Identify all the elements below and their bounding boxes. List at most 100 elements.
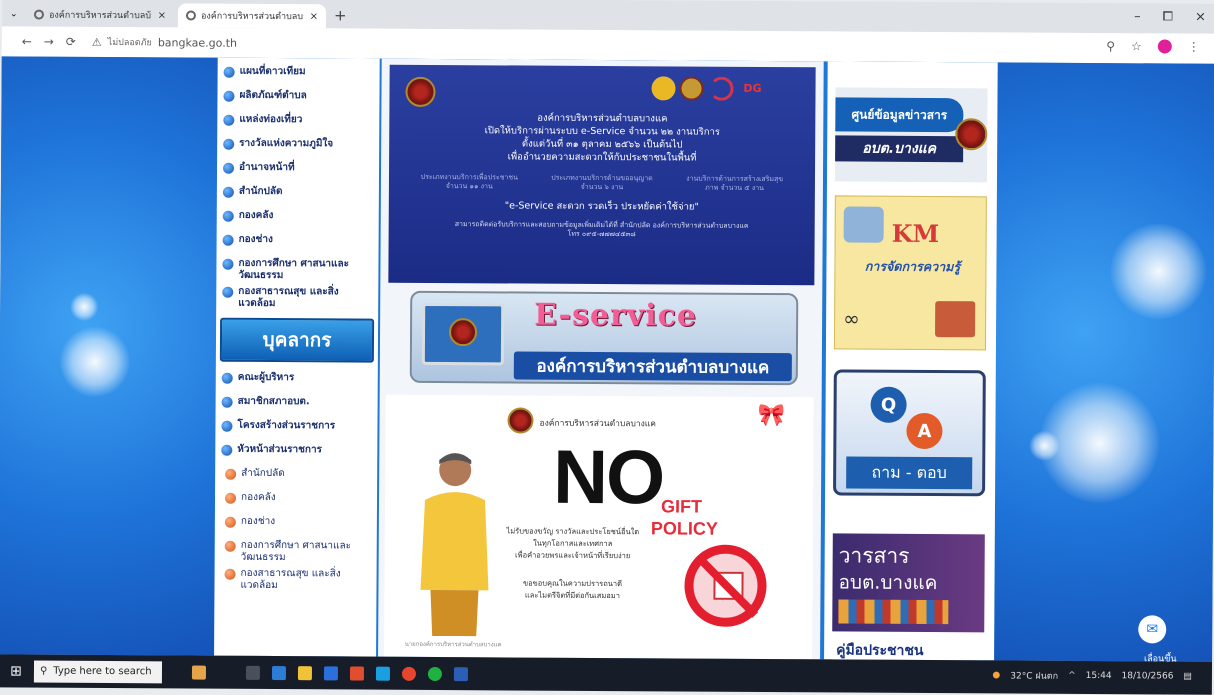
maximize-button[interactable]: ⧠ (1163, 9, 1173, 24)
clock-date[interactable]: 18/10/2566 (1122, 671, 1174, 681)
nav-label: กองช่าง (240, 515, 276, 528)
widgets-icon[interactable] (191, 665, 207, 680)
reload-button[interactable]: ⟳ (60, 35, 82, 49)
poster-org-name: องค์การบริหารส่วนตำบลบางแค (539, 418, 657, 430)
nav-item-products[interactable]: ผลิตภัณฑ์ตำบล (217, 88, 379, 113)
search-icon: ⚲ (39, 665, 48, 677)
file-explorer-icon[interactable] (297, 665, 313, 680)
back-button[interactable]: ← (16, 34, 38, 48)
system-tray: ● 32°C ฝนตก ^ 15:44 18/10/2566 ▤ (992, 668, 1192, 683)
info-center-card[interactable]: ศูนย์ข้อมูลข่าวสาร อบต.บางแค (834, 87, 988, 183)
new-tab-button[interactable]: + (334, 6, 347, 24)
nav-item-health[interactable]: กองสาธารณสุข และสิ่งแวดล้อม (216, 284, 378, 313)
forward-button[interactable]: → (38, 35, 60, 49)
windows-start-button[interactable]: ⊞ (0, 663, 34, 679)
tab-title: องค์การบริหารส่วนตำบลบางแค จังห (200, 11, 304, 23)
no-text: NO (552, 434, 664, 521)
scroll-up-label[interactable]: เลื่อนขึ้น (1144, 651, 1177, 661)
eservice-button[interactable]: E-service องค์การบริหารส่วนตำบลบางแค (409, 290, 799, 386)
journal-card[interactable]: วารสาร อบต.บางแค (832, 533, 985, 633)
nav-item-satellite-map[interactable]: แผนที่ดาวเทียม (218, 64, 380, 89)
nav-label: กองการศึกษา ศาสนาและวัฒนธรรม (238, 257, 350, 282)
organization-emblem (507, 407, 534, 434)
nav-item-council[interactable]: สมาชิกสภาอบต. (216, 394, 378, 419)
nav-item-tourism[interactable]: แหล่งท่องเที่ยว (217, 112, 379, 137)
line-icon[interactable] (427, 666, 443, 681)
windows-taskbar: ⊞ ⚲ Type here to search ● 32°C ฝนตก ^ 15… (0, 654, 1213, 695)
profile-avatar[interactable] (1157, 39, 1172, 54)
bullet-icon (221, 396, 233, 408)
edge-icon[interactable] (271, 665, 287, 680)
mail-icon[interactable] (349, 665, 365, 681)
tab-2[interactable]: องค์การบริหารส่วนตำบลบางแค จังห × (177, 3, 327, 29)
store-icon[interactable] (323, 665, 339, 680)
nav-item-education[interactable]: กองการศึกษา ศาสนาและวัฒนธรรม (216, 256, 378, 285)
bullet-icon (222, 286, 234, 298)
nav-item-executives[interactable]: คณะผู้บริหาร (216, 370, 378, 395)
nav-subitem-office[interactable]: สำนักปลัด (215, 466, 377, 491)
notifications-icon[interactable]: ▤ (1183, 672, 1192, 682)
nav-label: หัวหน้าส่วนราชการ (237, 443, 322, 456)
knowledge-management-card[interactable]: KM การจัดการความรู้ ∞ (833, 195, 987, 351)
app-icon[interactable] (375, 666, 391, 681)
nav-item-office[interactable]: สำนักปลัด (217, 184, 379, 209)
taskbar-search[interactable]: ⚲ Type here to search (33, 660, 163, 683)
tray-chevron-icon[interactable]: ^ (1068, 671, 1076, 681)
bullet-icon (221, 420, 233, 432)
nav-item-department-heads[interactable]: หัวหน้าส่วนราชการ (215, 442, 377, 467)
menu-icon[interactable]: ⋮ (1188, 40, 1200, 54)
qa-card[interactable]: Q A ถาม - ตอบ (833, 369, 986, 497)
page-viewport: แผนที่ดาวเทียม ผลิตภัณฑ์ตำบล แหล่งท่องเท… (0, 56, 1214, 662)
crescent-logo (709, 76, 734, 101)
close-window-button[interactable]: × (1195, 10, 1206, 25)
km-title: KM (891, 218, 940, 249)
nav-item-authority[interactable]: อำนาจหน้าที่ (217, 160, 379, 185)
messenger-chat-button[interactable]: ✉ (1138, 615, 1167, 644)
nav-label: อำนาจหน้าที่ (239, 161, 295, 174)
bubble-decoration (1029, 430, 1060, 461)
nav-label: กองสาธารณสุข และสิ่งแวดล้อม (240, 567, 341, 592)
close-icon[interactable]: × (158, 10, 166, 21)
nav-subitem-health[interactable]: กองสาธารณสุข และสิ่งแวดล้อม (214, 566, 376, 595)
glasses-icon: ∞ (843, 306, 860, 331)
bullet-icon (224, 540, 236, 552)
nav-item-engineering[interactable]: กองช่าง (217, 232, 379, 257)
clock-time[interactable]: 15:44 (1086, 671, 1112, 681)
poster-text-5: และไมตรีจิตที่มีต่อกันเสมอมา (524, 590, 620, 601)
nav-item-awards[interactable]: รางวัลแห่งความภูมิใจ (217, 136, 379, 161)
bullet-icon (221, 372, 233, 384)
zoom-icon[interactable]: ⚲ (1106, 39, 1115, 53)
organization-emblem (405, 76, 436, 107)
bubble-decoration (59, 326, 131, 398)
tab-1[interactable]: องค์การบริหารส่วนตำบลบ้านกลาง × (26, 2, 174, 27)
personnel-banner[interactable]: บุคลากร (219, 317, 375, 363)
address-bar[interactable]: ⚠ ไม่ปลอดภัย bangkae.go.th (92, 35, 237, 50)
tab-search-button[interactable]: ⌄ (10, 2, 26, 26)
weather-text[interactable]: 32°C ฝนตก (1010, 669, 1058, 683)
eservice-announcement-banner[interactable]: DG องค์การบริหารส่วนตำบลบางแค เปิดให้บริ… (388, 64, 816, 286)
nav-item-finance[interactable]: กองคลัง (217, 208, 379, 233)
star-icon[interactable]: ☆ (1131, 39, 1142, 53)
close-icon[interactable]: × (310, 11, 318, 22)
info-center-title: ศูนย์ข้อมูลข่าวสาร (835, 97, 964, 133)
poster-text-3: เพื่อคำอวยพรและเจ้าหน้าที่เรียบง่าย (515, 550, 631, 561)
nav-label: กองคลัง (240, 491, 276, 504)
url-text[interactable]: bangkae.go.th (158, 36, 237, 49)
no-gift-policy-poster[interactable]: องค์การบริหารส่วนตำบลบางแค 🎀 NO GIFT POL… (384, 394, 814, 660)
task-view-icon[interactable] (245, 665, 261, 680)
chrome-icon[interactable] (401, 666, 417, 681)
km-subtitle: การจัดการความรู้ (864, 258, 961, 275)
citizen-handbook-card[interactable]: คู่มือประชาชน (832, 642, 985, 661)
minimize-button[interactable]: – (1134, 9, 1141, 24)
bullet-icon (223, 66, 235, 78)
forbidden-slash (694, 553, 759, 618)
nav-subitem-finance[interactable]: กองคลัง (215, 490, 377, 515)
nav-subitem-engineering[interactable]: กองช่าง (215, 514, 377, 539)
word-icon[interactable] (453, 666, 469, 681)
nav-subitem-education[interactable]: กองการศึกษา ศาสนาและวัฒนธรรม (215, 538, 377, 567)
organization-emblem (955, 118, 988, 151)
nav-label: แผนที่ดาวเทียม (239, 65, 306, 78)
messenger-icon: ✉ (1146, 621, 1159, 638)
nav-item-structure[interactable]: โครงสร้างส่วนราชการ (215, 418, 377, 443)
bullet-icon (223, 138, 235, 150)
